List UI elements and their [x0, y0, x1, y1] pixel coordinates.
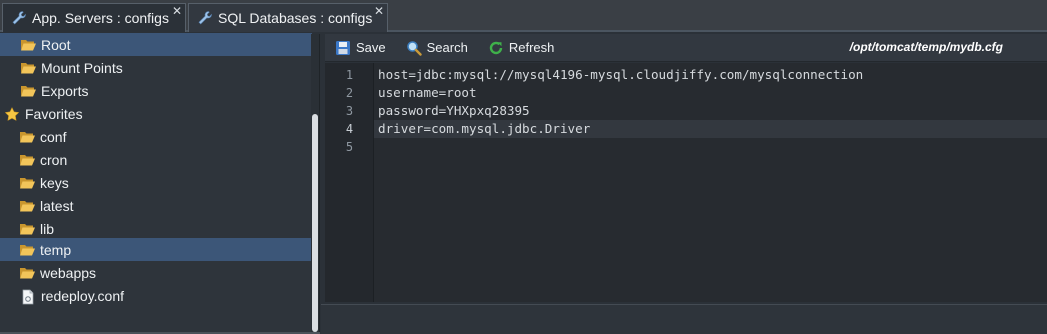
code-line[interactable]: username=root — [374, 84, 1047, 102]
tree-item-redeploy-conf[interactable]: redeploy.conf — [0, 284, 312, 307]
folder-open-icon — [20, 61, 36, 75]
tree-item-label: conf — [40, 128, 67, 145]
tree-item-label: cron — [40, 151, 68, 168]
wrench-icon — [197, 10, 213, 26]
tree-item-mount-points[interactable]: Mount Points — [0, 56, 312, 79]
code-line[interactable]: password=YHXpxq28395 — [374, 102, 1047, 120]
line-number-gutter: 1 2 3 4 5 — [325, 63, 374, 302]
close-icon[interactable]: ✕ — [172, 5, 182, 17]
folder-open-icon — [20, 84, 36, 98]
folder-open-icon — [19, 222, 35, 236]
tree-item-exports[interactable]: Exports — [0, 79, 312, 102]
tree-item-label: webapps — [40, 264, 97, 281]
code-line[interactable]: host=jdbc:mysql://mysql4196-mysql.cloudj… — [374, 66, 1047, 84]
file-path: /opt/tomcat/temp/mydb.cfg — [849, 40, 1003, 54]
editor-toolbar: Save Search Refresh /opt/tomcat/temp/myd… — [325, 34, 1047, 62]
save-label: Save — [356, 40, 386, 55]
tree-item-label: lib — [40, 220, 55, 237]
code-editor[interactable]: 1 2 3 4 5 host=jdbc:mysql://mysql4196-my… — [325, 63, 1047, 302]
editor-status-area — [321, 304, 1047, 334]
folder-open-icon — [19, 266, 35, 280]
folder-open-icon — [19, 243, 35, 257]
folder-open-icon — [19, 176, 35, 190]
star-icon — [4, 106, 20, 121]
refresh-icon — [488, 40, 504, 56]
tab-app-servers-configs[interactable]: App. Servers : configs ✕ — [2, 3, 186, 32]
folder-open-icon — [19, 130, 35, 144]
tree-item-root[interactable]: Root — [0, 33, 312, 56]
tree-item-webapps[interactable]: webapps — [0, 261, 312, 284]
search-icon — [406, 40, 422, 56]
folder-open-icon — [20, 38, 36, 52]
file-tree-panel: Root Mount Points Exports Favorites conf… — [0, 33, 320, 334]
close-icon[interactable]: ✕ — [374, 5, 384, 17]
scrollbar-thumb[interactable] — [312, 114, 318, 332]
code-line[interactable] — [374, 138, 1047, 156]
line-number: 3 — [345, 104, 354, 118]
tree-item-label: keys — [40, 174, 69, 191]
tree-item-label: Root — [41, 36, 71, 53]
tree-item-label: Favorites — [25, 105, 83, 122]
refresh-button[interactable]: Refresh — [488, 40, 555, 56]
tree-item-favorites[interactable]: Favorites — [0, 102, 312, 125]
code-line[interactable]: driver=com.mysql.jdbc.Driver — [374, 120, 1047, 138]
tree-item-label: latest — [40, 197, 74, 214]
save-button[interactable]: Save — [335, 40, 386, 56]
tab-label: App. Servers : configs — [32, 10, 169, 26]
tree-item-lib[interactable]: lib — [0, 217, 312, 240]
tree-item-latest[interactable]: latest — [0, 194, 312, 217]
line-number: 2 — [345, 86, 354, 100]
tab-bar: App. Servers : configs ✕ SQL Databases :… — [0, 0, 1047, 32]
save-icon — [335, 40, 351, 56]
tree-item-label: redeploy.conf — [41, 287, 125, 304]
search-label: Search — [426, 40, 468, 55]
line-number: 5 — [345, 140, 354, 154]
tree-item-label: Exports — [41, 82, 89, 99]
folder-open-icon — [19, 199, 35, 213]
tab-label: SQL Databases : configs — [218, 10, 373, 26]
file-icon — [20, 289, 36, 304]
folder-open-icon — [19, 153, 35, 167]
editor-panel: Save Search Refresh /opt/tomcat/temp/myd… — [321, 34, 1047, 334]
search-button[interactable]: Search — [406, 40, 468, 56]
tree-item-keys[interactable]: keys — [0, 171, 312, 194]
refresh-label: Refresh — [508, 40, 555, 55]
tree-item-conf[interactable]: conf — [0, 125, 312, 148]
tree-item-cron[interactable]: cron — [0, 148, 312, 171]
tree-item-label: temp — [40, 241, 72, 258]
line-number: 4 — [345, 122, 354, 136]
tab-sql-databases-configs[interactable]: SQL Databases : configs ✕ — [188, 3, 388, 32]
wrench-icon — [11, 10, 27, 26]
line-number: 1 — [345, 68, 354, 82]
tree-item-label: Mount Points — [41, 59, 123, 76]
tree-item-temp[interactable]: temp — [0, 238, 312, 261]
